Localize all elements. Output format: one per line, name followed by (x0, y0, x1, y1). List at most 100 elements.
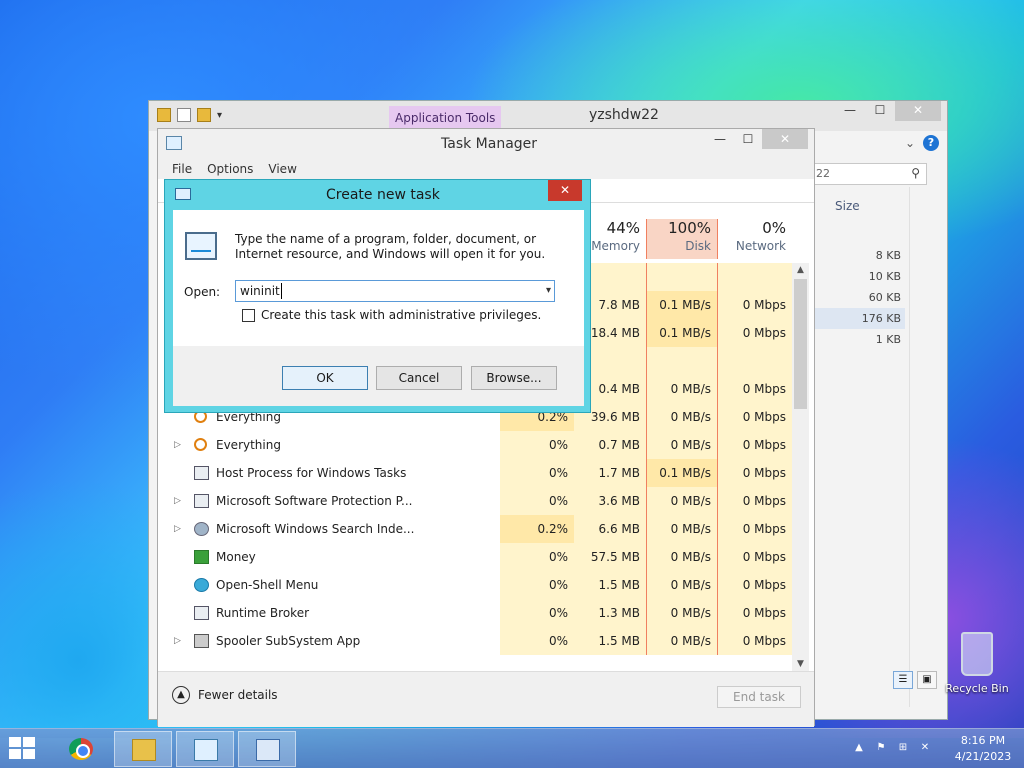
properties-icon[interactable] (177, 108, 191, 122)
expand-row-icon[interactable]: ▷ (174, 515, 181, 543)
disk-label: Disk (685, 239, 711, 253)
volume-muted-icon[interactable]: ✕ (918, 741, 932, 755)
disk-cell: 0 MB/s (646, 543, 718, 571)
scroll-down-icon[interactable]: ▼ (792, 657, 809, 671)
disk-column-header[interactable]: 100% Disk (646, 219, 718, 259)
cpu-cell: 0% (500, 431, 574, 459)
search-input[interactable]: 22 ⚲ (809, 163, 927, 185)
table-row[interactable]: ▷ Everything 0% 0.7 MB 0 MB/s 0 Mbps (158, 431, 792, 459)
table-row[interactable]: Open-Shell Menu 0% 1.5 MB 0 MB/s 0 Mbps (158, 571, 792, 599)
taskbar-task-manager-button[interactable] (176, 731, 234, 767)
show-hidden-icons-icon[interactable]: ▲ (852, 741, 866, 755)
net-cell: 0 Mbps (718, 627, 792, 655)
vertical-scrollbar[interactable]: ▲ ▼ (792, 263, 809, 671)
menu-view[interactable]: View (268, 159, 296, 179)
taskbar-explorer-button[interactable] (114, 731, 172, 767)
network-percent: 0% (762, 219, 786, 237)
maximize-button[interactable]: ☐ (865, 101, 895, 121)
start-button[interactable] (9, 737, 37, 761)
customize-toolbar-icon[interactable]: ▾ (217, 110, 222, 121)
dialog-prompt: Type the name of a program, folder, docu… (235, 232, 546, 261)
scroll-up-icon[interactable]: ▲ (792, 263, 809, 277)
table-row[interactable]: Host Process for Windows Tasks 0% 1.7 MB 0.… (158, 459, 792, 487)
task-manager-title: Task Manager (441, 136, 538, 152)
expand-row-icon[interactable]: ▷ (174, 431, 181, 459)
process-name: Host Process for Windows Tasks (192, 459, 406, 487)
expand-row-icon[interactable]: ▷ (174, 627, 181, 655)
close-button[interactable]: ✕ (762, 129, 808, 149)
run-icon (256, 739, 280, 761)
help-icon[interactable]: ? (923, 135, 939, 151)
file-size-cell[interactable]: 60 KB (809, 287, 905, 308)
network-column-header[interactable]: 0% Network (718, 219, 792, 259)
file-size-cell[interactable]: 10 KB (809, 266, 905, 287)
disk-cell: 0.1 MB/s (646, 319, 718, 347)
recycle-bin-label: Recycle Bin (945, 682, 1009, 695)
scrollbar-thumb[interactable] (794, 279, 807, 409)
ok-button[interactable]: OK (282, 366, 368, 390)
net-cell: 0 Mbps (718, 515, 792, 543)
menu-options[interactable]: Options (207, 159, 253, 179)
process-name-text: Spooler SubSystem App (216, 634, 361, 648)
create-new-task-dialog[interactable]: Create new task ✕ Type the name of a pro… (164, 179, 591, 413)
admin-privileges-checkbox[interactable] (242, 308, 255, 322)
details-view-icon[interactable]: ☰ (893, 671, 913, 689)
disk-cell: 0 MB/s (646, 487, 718, 515)
clock[interactable]: 8:16 PM 4/21/2023 (950, 733, 1016, 765)
mem-cell: 1.3 MB (574, 599, 646, 627)
table-row[interactable]: ▷ Microsoft Software Protection P... 0% 3.6… (158, 487, 792, 515)
mem-cell: 1.7 MB (574, 459, 646, 487)
end-task-button[interactable]: End task (717, 686, 801, 708)
table-row[interactable]: Runtime Broker 0% 1.3 MB 0 MB/s 0 Mbps (158, 599, 792, 627)
process-name-text: Microsoft Software Protection P... (216, 494, 413, 508)
file-size-cell[interactable]: 176 KB (809, 308, 905, 329)
expand-ribbon-icon[interactable]: ⌄ (905, 136, 915, 150)
folder-icon[interactable] (157, 108, 171, 122)
new-folder-icon[interactable] (197, 108, 211, 122)
net-cell (718, 263, 792, 291)
table-row[interactable]: ▷ Microsoft Windows Search Inde... 0.2% 6.6… (158, 515, 792, 543)
size-column-header[interactable]: Size (835, 199, 860, 213)
action-center-icon[interactable]: ⚑ (874, 741, 888, 755)
cancel-button[interactable]: Cancel (376, 366, 462, 390)
file-size-cell[interactable]: 1 KB (809, 329, 905, 350)
net-cell: 0 Mbps (718, 375, 792, 403)
open-input[interactable]: wininit ▾ (235, 280, 555, 302)
task-manager-icon (194, 739, 218, 761)
search-icon[interactable]: ⚲ (911, 166, 920, 180)
taskbar-chrome-button[interactable] (52, 731, 110, 767)
cpu-cell: 0.2% (500, 515, 574, 543)
expand-row-icon[interactable]: ▷ (174, 487, 181, 515)
minimize-button[interactable]: — (706, 129, 734, 149)
disk-cell: 0 MB/s (646, 627, 718, 655)
net-cell: 0 Mbps (718, 571, 792, 599)
close-button[interactable]: ✕ (895, 101, 941, 121)
table-row[interactable]: Money 0% 57.5 MB 0 MB/s 0 Mbps (158, 543, 792, 571)
process-name: Money (192, 543, 256, 571)
taskbar-run-button[interactable] (238, 731, 296, 767)
large-icons-view-icon[interactable]: ▣ (917, 671, 937, 689)
clock-time: 8:16 PM (960, 734, 1006, 747)
chevron-down-icon[interactable]: ▾ (546, 283, 551, 299)
windows-logo-icon (23, 737, 35, 747)
table-row[interactable]: ▷ Spooler SubSystem App 0% 1.5 MB 0 MB/s 0 Mb… (158, 627, 792, 655)
fewer-details-button[interactable]: ▲ Fewer details (172, 686, 278, 704)
menu-file[interactable]: File (172, 159, 192, 179)
mem-cell: 6.6 MB (574, 515, 646, 543)
disk-percent: 100% (668, 219, 711, 237)
file-size-cell[interactable]: 8 KB (809, 245, 905, 266)
browse-button[interactable]: Browse... (471, 366, 557, 390)
explorer-titlebar[interactable]: ▾ Application Tools yzshdw22 — ☐ ✕ (149, 101, 947, 131)
window-controls: — ☐ ✕ (835, 101, 941, 121)
recycle-bin[interactable]: Recycle Bin (945, 632, 1009, 695)
admin-privileges-option[interactable]: Create this task with administrative pri… (242, 308, 541, 322)
task-manager-titlebar[interactable]: Task Manager — ☐ ✕ (158, 129, 814, 159)
process-name-text: Runtime Broker (216, 606, 310, 620)
disk-cell (646, 347, 718, 375)
windows-logo-icon (9, 737, 21, 747)
mem-cell: 1.5 MB (574, 571, 646, 599)
maximize-button[interactable]: ☐ (734, 129, 762, 149)
minimize-button[interactable]: — (835, 101, 865, 121)
dialog-close-button[interactable]: ✕ (548, 180, 582, 201)
network-icon[interactable]: ⊞ (896, 741, 910, 755)
